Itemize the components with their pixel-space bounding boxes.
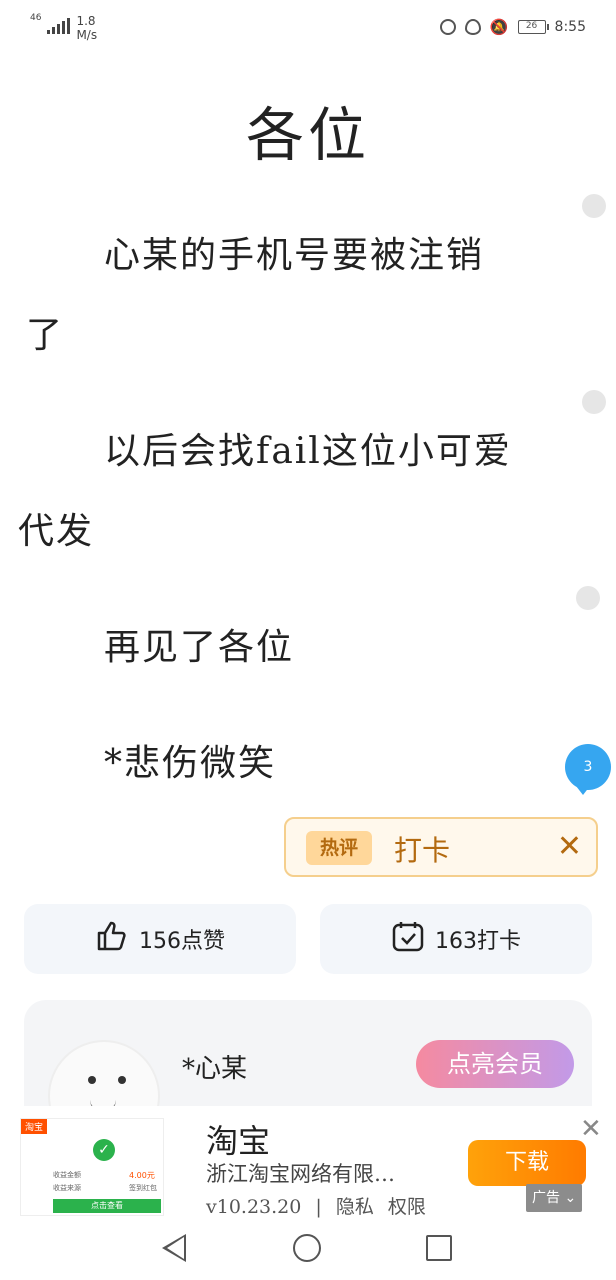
hot-comment-tag: 热评 xyxy=(306,831,373,865)
hot-comment-text: 打卡 xyxy=(394,834,451,867)
data-saver-icon xyxy=(439,19,456,35)
network-type: 46 xyxy=(30,14,41,23)
ad-thumbnail[interactable]: 淘宝 ✓ 收益金额 4.00元 收益来源 签到红包 点击查看 xyxy=(20,1118,164,1216)
ad-download-button[interactable]: 下载 xyxy=(468,1140,586,1186)
speed-unit: M/s xyxy=(76,28,98,42)
recent-square-icon[interactable] xyxy=(426,1235,452,1261)
status-right: 🔕 26 8:55 xyxy=(439,18,586,36)
post-paragraph-2-line-2: 代发 xyxy=(18,511,95,552)
post-paragraph-4: *悲伤微笑 xyxy=(104,743,277,784)
speed-value: 1.8 xyxy=(76,14,96,28)
hot-comment-popup[interactable]: 热评 打卡 ✕ xyxy=(284,817,598,877)
status-bar: 46 1.8 M/s 🔕 26 8:55 xyxy=(0,0,616,56)
author-username[interactable]: *心某 xyxy=(182,1048,247,1085)
checkin-count-label: 163打卡 xyxy=(435,929,521,954)
status-left: 46 1.8 M/s xyxy=(30,14,97,43)
paragraph-comment-dot-2[interactable] xyxy=(582,390,606,414)
paragraph-comment-count-badge[interactable]: 3 xyxy=(565,744,611,790)
post-paragraph-1-line-2: 了 xyxy=(26,315,65,356)
ad-thumb-button: 点击查看 xyxy=(53,1199,161,1213)
ad-label[interactable]: 广告 ⌄ xyxy=(526,1184,583,1212)
ad-version: v10.23.20 xyxy=(206,1196,302,1218)
ad-privacy-link[interactable]: 隐私 xyxy=(336,1196,374,1218)
ad-divider: | xyxy=(315,1196,322,1218)
calendar-check-icon xyxy=(391,919,425,959)
post-paragraph-1-line-1: 心某的手机号要被注销 xyxy=(104,235,485,276)
thumbs-up-icon xyxy=(95,919,129,959)
battery-icon: 26 xyxy=(517,20,549,34)
paragraph-comment-dot-1[interactable] xyxy=(582,194,606,218)
home-circle-icon[interactable] xyxy=(293,1234,321,1262)
ad-thumb-row-2: 收益来源 xyxy=(53,1184,81,1192)
signal-icon xyxy=(47,16,71,34)
vip-button[interactable]: 点亮会员 xyxy=(416,1040,574,1088)
clock: 8:55 xyxy=(554,19,586,35)
ad-close-icon[interactable]: ✕ xyxy=(580,1116,602,1142)
post-paragraph-2-line-1: 以后会找fail这位小可爱 xyxy=(104,431,512,472)
like-count-label: 156点赞 xyxy=(139,929,225,954)
post-title: 各位 xyxy=(245,101,370,169)
ad-label-text: 广告 xyxy=(532,1190,560,1206)
chevron-down-icon: ⌄ xyxy=(564,1190,577,1206)
back-triangle-inner xyxy=(167,1237,184,1259)
post-paragraph-3: 再见了各位 xyxy=(104,627,295,668)
check-icon: ✓ xyxy=(93,1139,115,1161)
paragraph-comment-dot-3[interactable] xyxy=(576,586,600,610)
close-icon[interactable]: ✕ xyxy=(557,827,582,867)
ad-thumb-source: 签到红包 xyxy=(129,1184,157,1192)
checkin-button[interactable]: 163打卡 xyxy=(320,904,592,974)
ad-banner[interactable]: 淘宝 ✓ 收益金额 4.00元 收益来源 签到红包 点击查看 淘宝 浙江淘宝网络… xyxy=(0,1106,616,1220)
bell-off-icon: 🔕 xyxy=(489,18,509,36)
ad-company: 浙江淘宝网络有限… xyxy=(206,1162,395,1186)
ad-permission-link[interactable]: 权限 xyxy=(388,1196,426,1218)
network-type-label: 46 xyxy=(30,13,42,23)
ad-thumb-row-1: 收益金额 xyxy=(53,1171,81,1179)
ad-app-name: 淘宝 xyxy=(206,1122,271,1160)
badge-tail xyxy=(576,786,590,795)
network-speed: 1.8 M/s xyxy=(76,14,97,42)
ad-meta: v10.23.20 | 隐私 权限 xyxy=(206,1192,426,1219)
like-button[interactable]: 156点赞 xyxy=(24,904,296,974)
ad-thumb-amount: 4.00元 xyxy=(129,1171,155,1180)
eye-comfort-icon xyxy=(464,19,481,35)
navigation-bar xyxy=(0,1220,616,1280)
ad-thumb-tag: 淘宝 xyxy=(21,1119,48,1134)
